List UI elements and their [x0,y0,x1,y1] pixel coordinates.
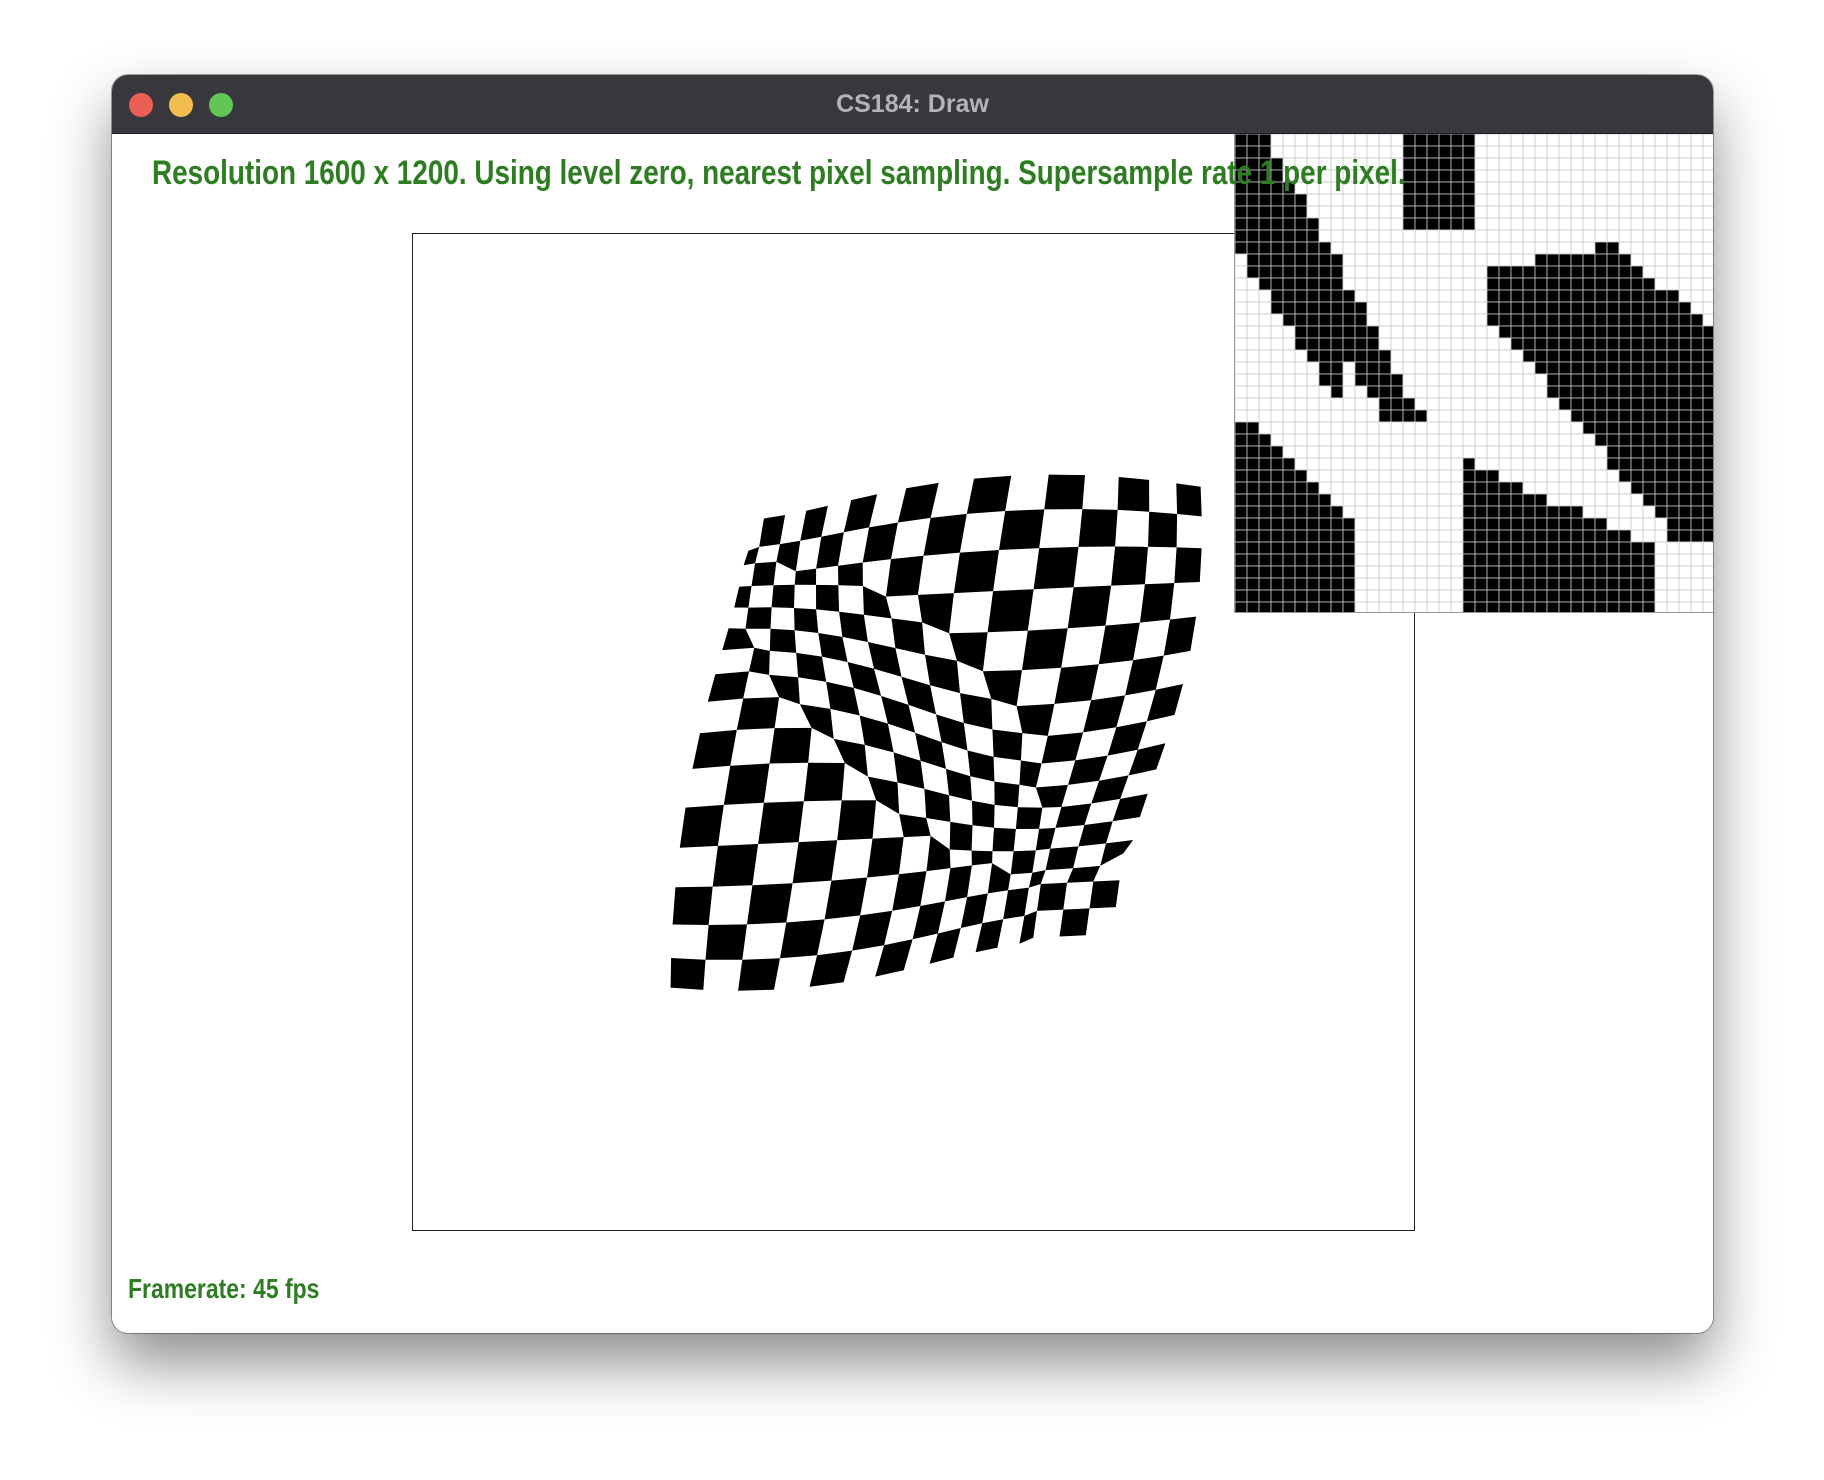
window-title: CS184: Draw [836,90,989,118]
app-window: CS184: Draw Resolution 1600 x 1200. Usin… [112,75,1713,1333]
status-text: Resolution 1600 x 1200. Using level zero… [152,154,1406,192]
draw-viewport[interactable]: Resolution 1600 x 1200. Using level zero… [112,134,1713,1333]
warped-checkerboard-texture [670,474,1202,991]
title-bar[interactable]: CS184: Draw [112,75,1713,134]
framerate-label: Framerate: 45 fps [128,1273,320,1304]
pixel-inspector-zoom [1234,134,1713,613]
